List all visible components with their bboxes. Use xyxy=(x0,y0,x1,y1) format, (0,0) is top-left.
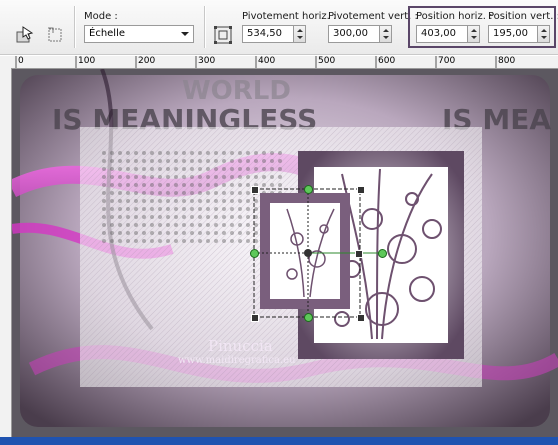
transform-handle[interactable] xyxy=(357,314,365,322)
rotate-handle[interactable] xyxy=(378,249,387,258)
mode-value: Échelle xyxy=(89,28,126,39)
ruler-mark: 600 xyxy=(378,56,396,66)
transform-handle[interactable] xyxy=(357,186,365,194)
transform-handle[interactable] xyxy=(355,250,363,258)
ruler-mark: 200 xyxy=(138,56,156,66)
pos-v-spinner[interactable] xyxy=(538,25,550,43)
transform-handle[interactable] xyxy=(251,314,259,322)
ruler-mark: 800 xyxy=(498,56,516,66)
rotate-handle[interactable] xyxy=(304,313,313,322)
pos-h-input[interactable]: 403,00 xyxy=(416,25,468,43)
canvas-artwork: WORLD IS MEANINGLESS IS MEA xyxy=(12,69,558,437)
chevron-down-icon xyxy=(181,32,189,36)
toolbar: Mode : Échelle Pivotement horiz. : 534,5… xyxy=(0,0,558,55)
toolbar-separator xyxy=(204,6,206,48)
pivot-h-spinner[interactable] xyxy=(294,25,306,43)
watermark-url: www.maidiregrafica.eu xyxy=(178,355,296,366)
rotate-handle[interactable] xyxy=(304,185,313,194)
pos-h-spinner[interactable] xyxy=(468,25,480,43)
mode-select[interactable]: Échelle xyxy=(84,25,194,43)
ruler-mark: 100 xyxy=(78,56,96,66)
transform-handle[interactable] xyxy=(251,186,259,194)
ruler-mark: 500 xyxy=(318,56,336,66)
status-strip xyxy=(0,437,558,445)
bg-text-ghost: WORLD xyxy=(182,76,291,106)
anchor-icon[interactable] xyxy=(212,24,234,46)
mode-label: Mode : xyxy=(84,11,118,22)
pivot-v-label: Pivotement vert. : xyxy=(328,11,418,22)
pivot-v-input[interactable]: 300,00 xyxy=(328,25,380,43)
pos-h-label: Position horiz. : xyxy=(416,11,493,22)
toolbar-separator xyxy=(74,6,76,48)
rotate-icon[interactable] xyxy=(44,24,66,46)
watermark-title: Pinuccia xyxy=(208,337,273,355)
ruler-mark: 400 xyxy=(258,56,276,66)
pos-v-label: Position vert. : xyxy=(488,11,558,22)
image-canvas[interactable]: WORLD IS MEANINGLESS IS MEA Pinuccia www… xyxy=(12,69,558,437)
pivot-v-spinner[interactable] xyxy=(380,25,392,43)
pos-v-input[interactable]: 195,00 xyxy=(488,25,538,43)
vertical-ruler xyxy=(0,68,12,438)
pick-tool-icon[interactable] xyxy=(14,24,36,46)
rotate-handle[interactable] xyxy=(250,249,259,258)
pivot-h-input[interactable]: 534,50 xyxy=(242,25,294,43)
horizontal-ruler: 0 100 200 300 400 500 600 700 800 xyxy=(0,56,558,69)
ruler-mark: 300 xyxy=(198,56,216,66)
pivot-h-label: Pivotement horiz. : xyxy=(242,11,337,22)
ruler-mark: 0 xyxy=(18,56,24,66)
ruler-mark: 700 xyxy=(438,56,456,66)
